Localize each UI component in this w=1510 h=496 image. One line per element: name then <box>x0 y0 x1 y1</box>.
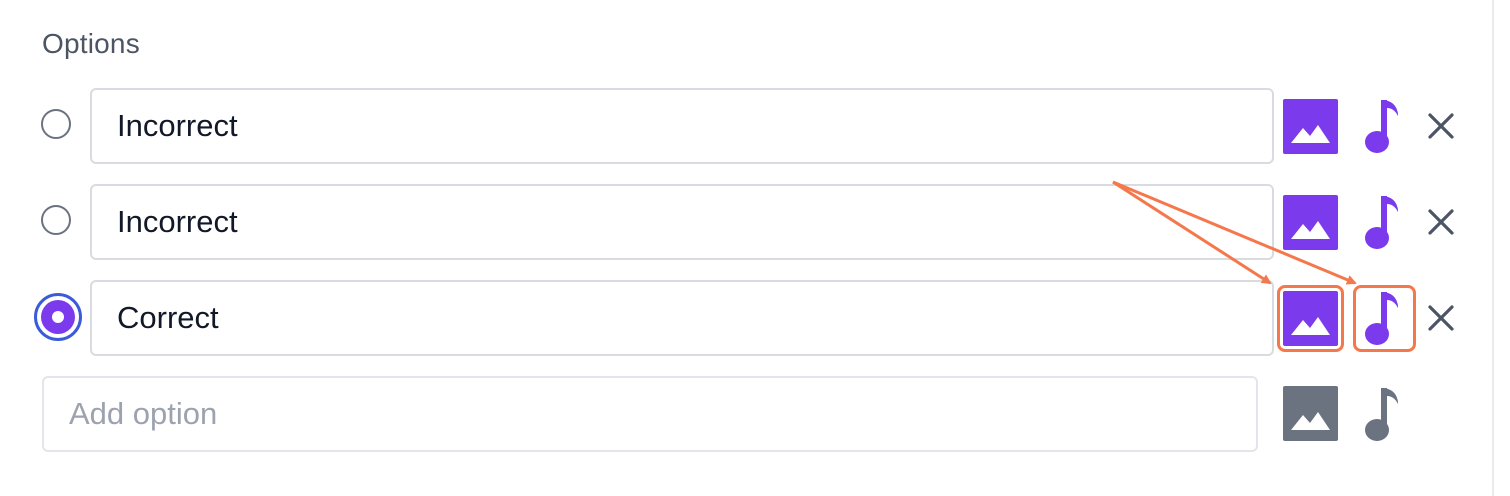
music-note-icon[interactable] <box>1360 98 1402 154</box>
option-row: Incorrect <box>0 88 1494 164</box>
options-label: Options <box>42 28 140 59</box>
option-text-field[interactable]: Incorrect <box>90 184 1274 260</box>
music-note-icon[interactable] <box>1360 194 1402 250</box>
option-text-field[interactable]: Incorrect <box>90 88 1274 164</box>
close-icon[interactable] <box>1427 112 1455 140</box>
image-icon[interactable] <box>1283 195 1338 250</box>
image-icon[interactable] <box>1283 386 1338 441</box>
image-icon[interactable] <box>1283 99 1338 154</box>
option-radio[interactable] <box>41 109 71 139</box>
options-panel: Options Incorrect Incorrect Correct Add … <box>0 0 1494 496</box>
option-row-correct: Correct <box>0 280 1494 356</box>
music-note-icon-highlight <box>1353 285 1416 352</box>
music-note-icon[interactable] <box>1360 386 1402 442</box>
option-radio[interactable] <box>41 205 71 235</box>
option-row: Incorrect <box>0 184 1494 260</box>
option-text-field[interactable]: Correct <box>90 280 1274 356</box>
image-icon-highlight <box>1277 285 1344 352</box>
close-icon[interactable] <box>1427 208 1455 236</box>
close-icon[interactable] <box>1427 304 1455 332</box>
add-option-input[interactable]: Add option <box>42 376 1258 452</box>
add-option-row: Add option <box>0 376 1494 452</box>
option-radio-selected[interactable] <box>34 293 82 341</box>
